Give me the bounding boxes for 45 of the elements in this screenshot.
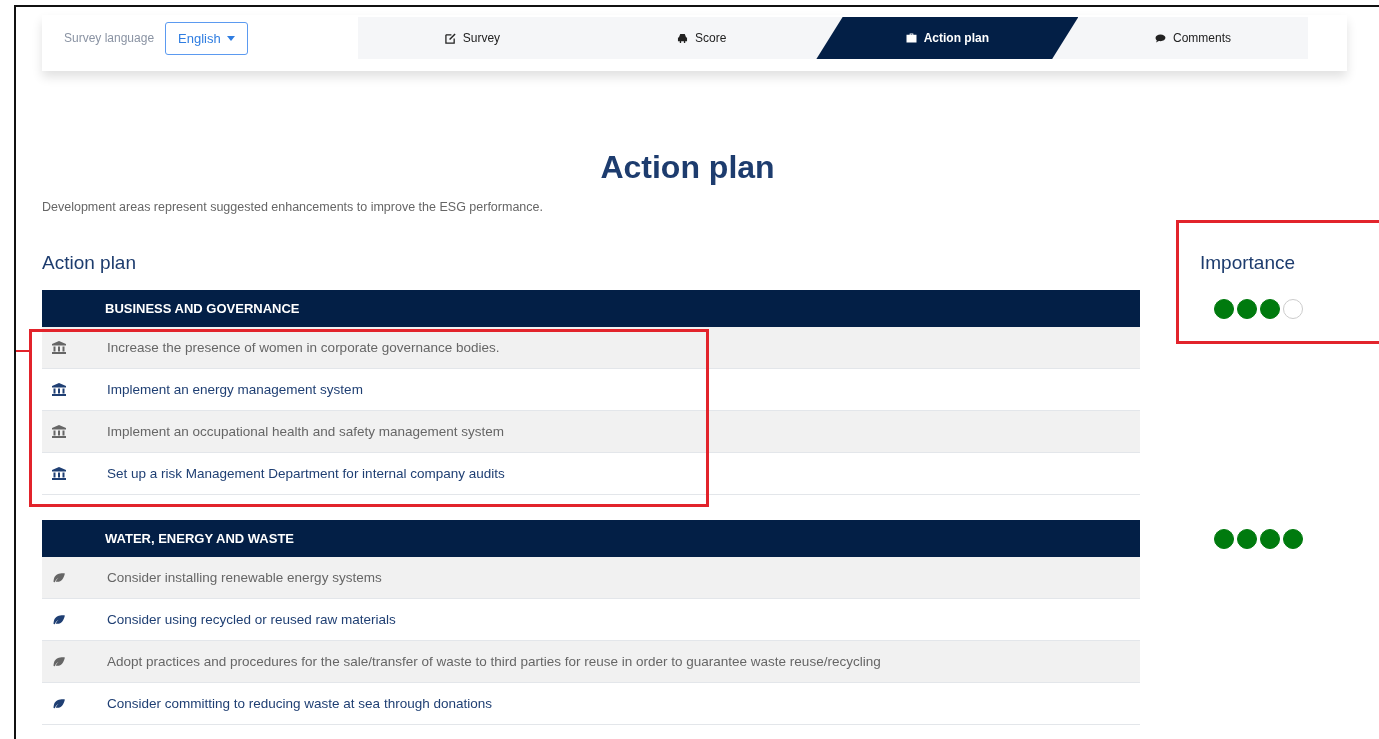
- bank-icon: [52, 425, 66, 438]
- leaf-icon: [52, 656, 66, 667]
- briefcase-icon: [905, 33, 917, 43]
- page-title: Action plan: [599, 149, 776, 186]
- action-text: Consider using recycled or reused raw materials: [107, 612, 396, 627]
- page-description: Development areas represent suggested enhancements to improve the ESG performance.: [42, 200, 544, 214]
- tab[interactable]: Action plan: [816, 17, 1079, 59]
- speech-bubble-icon: [1155, 33, 1166, 43]
- rating-dot: [1260, 529, 1280, 549]
- leaf-icon: [52, 614, 66, 625]
- section-heading: Action plan: [42, 252, 137, 274]
- action-row[interactable]: Implement an occupational health and safety management system: [42, 411, 1140, 453]
- action-text: Implement an occupational health and safety management system: [107, 424, 504, 439]
- rating-dot: [1283, 529, 1303, 549]
- car-icon: [677, 33, 689, 43]
- bank-icon: [52, 383, 66, 396]
- bank-icon: [52, 341, 66, 354]
- leaf-icon: [52, 572, 66, 583]
- caret-icon: [226, 35, 235, 41]
- language-dropdown[interactable]: English: [165, 21, 248, 55]
- leaf-icon: [52, 698, 66, 709]
- edit-icon: [444, 32, 456, 44]
- action-row[interactable]: Consider installing renewable energy systems: [42, 557, 1140, 599]
- rating-dot: [1214, 299, 1234, 319]
- category-header: BUSINESS AND GOVERNANCE: [42, 290, 1140, 327]
- language-label: Survey language: [64, 31, 155, 45]
- action-row[interactable]: Increase the presence of women in corporate governance bodies.: [42, 327, 1140, 369]
- rating-dot: [1214, 529, 1234, 549]
- rating-dot: [1260, 299, 1280, 319]
- bank-icon: [52, 467, 66, 480]
- action-text: Set up a risk Management Department for internal company audits: [107, 466, 505, 481]
- tab[interactable]: Survey: [357, 17, 588, 59]
- action-text: Consider committing to reducing waste at sea through donations: [107, 696, 492, 711]
- rating-dot: [1237, 529, 1257, 549]
- tab[interactable]: Comments: [1078, 17, 1308, 59]
- action-text: Adopt practices and procedures for the sale/transfer of waste to third parties for reuse in order to guarantee waste reuse/recycling: [107, 654, 881, 669]
- action-text: Implement an energy management system: [107, 382, 363, 397]
- action-text: Increase the presence of women in corporate governance bodies.: [107, 340, 500, 355]
- rating-dot: [1237, 299, 1257, 319]
- tab[interactable]: Score: [587, 17, 817, 59]
- category-header: WATER, ENERGY AND WASTE: [42, 520, 1140, 557]
- action-text: Consider installing renewable energy systems: [107, 570, 382, 585]
- rating-dot: [1283, 299, 1303, 319]
- action-row[interactable]: Adopt practices and procedures for the sale/transfer of waste to third parties for reuse in order to guarantee waste reuse/recycling: [42, 641, 1140, 683]
- importance-heading: Importance: [1199, 252, 1297, 275]
